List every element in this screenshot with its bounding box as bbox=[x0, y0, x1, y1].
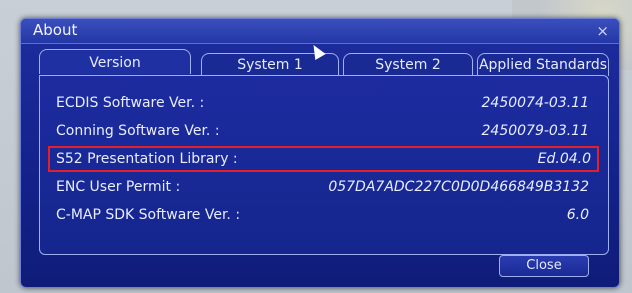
row-label: ENC User Permit : bbox=[56, 179, 181, 195]
row-cmap-sdk-software: C-MAP SDK Software Ver. : 6.0 bbox=[50, 204, 595, 226]
close-icon[interactable]: × bbox=[596, 22, 609, 40]
row-ecdis-software: ECDIS Software Ver. : 2450074-03.11 bbox=[50, 92, 595, 114]
close-button[interactable]: Close bbox=[499, 255, 589, 277]
tab-bar: Version System 1 System 2 Applied Standa… bbox=[39, 49, 609, 77]
tab-applied-standards[interactable]: Applied Standards bbox=[477, 53, 609, 76]
tab-version[interactable]: Version bbox=[39, 49, 191, 74]
row-label: Conning Software Ver. : bbox=[56, 123, 220, 139]
about-dialog: About × Version System 1 System 2 Applie… bbox=[20, 18, 620, 288]
row-value: 057DA7ADC227C0D0D466849B3132 bbox=[328, 179, 589, 195]
row-s52-presentation-library: S52 Presentation Library : Ed.04.0 bbox=[48, 146, 599, 172]
row-value: Ed.04.0 bbox=[537, 151, 591, 167]
dialog-titlebar: About × bbox=[21, 19, 619, 44]
dialog-title: About bbox=[33, 21, 78, 39]
row-value: 6.0 bbox=[566, 207, 589, 223]
row-label: S52 Presentation Library : bbox=[56, 151, 238, 167]
row-label: ECDIS Software Ver. : bbox=[56, 95, 205, 111]
row-value: 2450074-03.11 bbox=[481, 95, 589, 111]
row-enc-user-permit: ENC User Permit : 057DA7ADC227C0D0D46684… bbox=[50, 176, 595, 198]
row-value: 2450079-03.11 bbox=[481, 123, 589, 139]
version-panel: ECDIS Software Ver. : 2450074-03.11 Conn… bbox=[39, 75, 609, 255]
row-label: C-MAP SDK Software Ver. : bbox=[56, 207, 241, 223]
row-conning-software: Conning Software Ver. : 2450079-03.11 bbox=[50, 120, 595, 142]
tab-system-2[interactable]: System 2 bbox=[343, 53, 473, 76]
